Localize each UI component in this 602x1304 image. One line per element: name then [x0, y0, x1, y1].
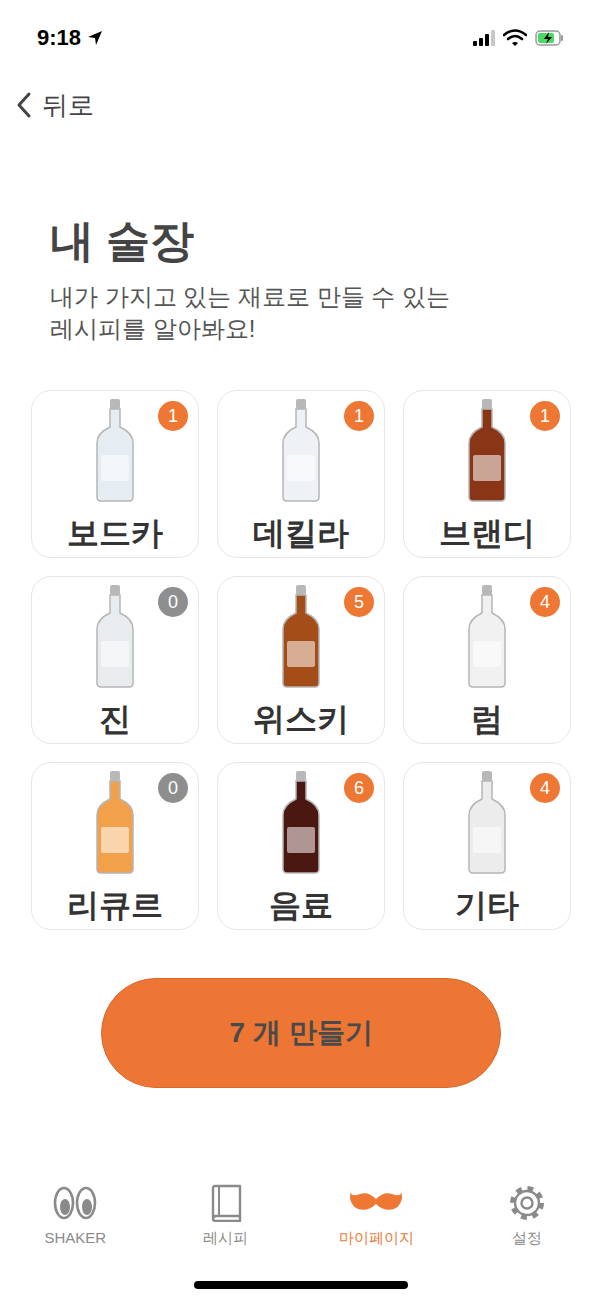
tab-item[interactable]: 설정: [452, 1170, 602, 1270]
page-title: 내 술장: [50, 215, 602, 267]
page-subtitle: 내가 가지고 있는 재료로 만들 수 있는레시피를 알아봐요!: [50, 281, 602, 345]
count-badge: 1: [530, 401, 560, 431]
bottle-image: [271, 391, 331, 503]
category-label: 데킬라: [253, 517, 349, 549]
home-indicator[interactable]: [194, 1281, 408, 1289]
category-label: 음료: [269, 889, 333, 921]
bottle-image: [271, 577, 331, 689]
category-card[interactable]: 데킬라 1: [217, 390, 385, 558]
subtitle-line: 내가 가지고 있는 재료로 만들 수 있는: [50, 281, 602, 313]
category-label: 기타: [455, 889, 519, 921]
category-label: 리큐르: [67, 889, 163, 921]
count-text: 6: [354, 779, 364, 797]
count-badge: 1: [344, 401, 374, 431]
count-text: 0: [168, 779, 178, 797]
book-icon: [209, 1182, 243, 1224]
count-text: 1: [354, 407, 364, 425]
mustache-icon: [348, 1182, 404, 1224]
signal-icon: [473, 30, 495, 46]
bottle-image: [85, 763, 145, 875]
clock: 9:18: [37, 27, 81, 49]
make-button[interactable]: 7 개 만들기: [101, 978, 501, 1088]
bottle-image: [85, 577, 145, 689]
category-card[interactable]: 브랜디 1: [403, 390, 571, 558]
category-card[interactable]: 진0: [31, 576, 199, 744]
tab-item[interactable]: 레시피: [151, 1170, 302, 1270]
count-badge: 5: [344, 587, 374, 617]
status-bar: 9:18: [0, 0, 602, 75]
back-label[interactable]: 뒤로: [42, 92, 94, 118]
count-text: 4: [540, 593, 550, 611]
bottle-image: [457, 391, 517, 503]
tab-label[interactable]: SHAKER: [44, 1230, 106, 1245]
category-card[interactable]: 음료 6: [217, 762, 385, 930]
category-label: 럼: [471, 703, 503, 735]
tab-label[interactable]: 레시피: [203, 1230, 248, 1245]
status-right: [473, 29, 565, 47]
count-badge: 4: [530, 587, 560, 617]
tab-label[interactable]: 마이페이지: [339, 1230, 414, 1245]
subtitle-line: 레시피를 알아봐요!: [50, 313, 602, 345]
category-label: 보드카: [67, 517, 163, 549]
gear-icon: [507, 1182, 547, 1224]
count-badge: 6: [344, 773, 374, 803]
count-badge: 4: [530, 773, 560, 803]
bottle-image: [85, 391, 145, 503]
page-header: 내 술장내가 가지고 있는 재료로 만들 수 있는레시피를 알아봐요!: [0, 135, 602, 345]
bottle-image: [457, 763, 517, 875]
back-button[interactable]: 뒤로: [0, 75, 602, 135]
category-label: 위스키: [253, 703, 349, 735]
wifi-icon: [503, 29, 527, 47]
chevron-left-icon: [14, 91, 34, 119]
tab-item[interactable]: 마이페이지: [301, 1170, 452, 1270]
category-grid: 보드카1데킬라1브랜디1진0위스키5럼4리큐르0음료6기타4: [0, 390, 602, 930]
count-text: 1: [168, 407, 178, 425]
battery-icon: [535, 30, 565, 46]
count-text: 1: [540, 407, 550, 425]
eyes-icon: [52, 1182, 98, 1224]
home-indicator-area: [0, 1270, 602, 1304]
make-button-label[interactable]: 7 개 만들기: [229, 1019, 372, 1047]
tab-label[interactable]: 설정: [512, 1230, 542, 1245]
count-text: 5: [354, 593, 364, 611]
bottle-image: [457, 577, 517, 689]
category-card[interactable]: 보드카 1: [31, 390, 199, 558]
category-card[interactable]: 럼4: [403, 576, 571, 744]
count-text: 0: [168, 593, 178, 611]
count-badge: 1: [158, 401, 188, 431]
count-text: 4: [540, 779, 550, 797]
category-card[interactable]: 리큐르 0: [31, 762, 199, 930]
count-badge: 0: [158, 587, 188, 617]
count-badge: 0: [158, 773, 188, 803]
location-icon: [87, 30, 103, 46]
tab-item[interactable]: SHAKER: [0, 1170, 151, 1270]
tab-bar: SHAKER 레시피 마이페이지 설정: [0, 1170, 602, 1270]
category-card[interactable]: 위스키 5: [217, 576, 385, 744]
category-label: 진: [99, 703, 131, 735]
bottle-image: [271, 763, 331, 875]
category-card[interactable]: 기타 4: [403, 762, 571, 930]
category-label: 브랜디: [439, 517, 535, 549]
status-left: 9:18: [37, 27, 103, 49]
make-button-row: 7 개 만들기: [0, 978, 602, 1088]
